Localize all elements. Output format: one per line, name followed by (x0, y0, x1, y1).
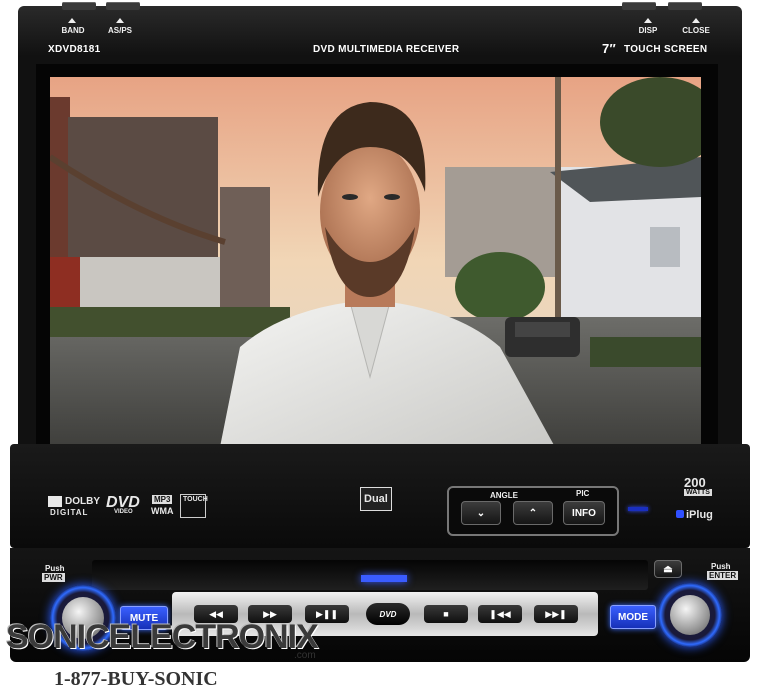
chevron-up-icon: ⌃ (528, 507, 538, 519)
disp-label: DISP (638, 26, 658, 35)
push-pwr-top-label: Push (45, 564, 65, 573)
disp-up-arrow-icon (644, 18, 652, 23)
close-button[interactable] (668, 2, 702, 10)
stop-icon: ■ (443, 609, 449, 619)
indicator-light (628, 507, 648, 511)
pic-label: PIC (576, 489, 590, 498)
asps-button[interactable] (106, 2, 140, 10)
push-pwr-label: PWR (42, 573, 65, 582)
dolby-logo: DOLBY (48, 496, 100, 507)
dvd-video-text: VIDEO (114, 509, 133, 515)
mode-button[interactable]: MODE (610, 605, 656, 629)
device-title: DVD MULTIMEDIA RECEIVER (313, 44, 460, 55)
slot-indicator-light (361, 575, 407, 582)
dolby-double-d-icon (48, 496, 62, 507)
asps-up-arrow-icon (116, 18, 124, 23)
push-enter-top-label: Push (711, 562, 731, 571)
enter-knob[interactable] (670, 595, 710, 635)
asps-label: AS/PS (107, 26, 132, 35)
previous-track-button[interactable]: ❚◀◀ (478, 605, 522, 623)
close-up-arrow-icon (692, 18, 700, 23)
iplug-logo: iPlug (676, 509, 713, 521)
touch-logo: TOUCH (180, 494, 208, 518)
stop-button[interactable]: ■ (424, 605, 468, 623)
watts-value: 200 (684, 475, 706, 490)
band-button[interactable] (62, 2, 96, 10)
dolby-digital-text: DIGITAL (50, 508, 89, 517)
watermark-com: .com (294, 650, 316, 661)
iplug-icon (676, 510, 684, 518)
band-up-arrow-icon (68, 18, 76, 23)
dual-brand-logo: Dual (360, 487, 392, 511)
wma-logo: WMA (151, 506, 174, 516)
band-label: BAND (61, 26, 85, 35)
eject-icon: ⏏ (663, 563, 673, 575)
sonic-electronix-watermark: SONICELECTRONIX .com 1-877-BUY-SONIC (6, 618, 346, 694)
info-button[interactable]: INFO (563, 501, 605, 525)
dvd-button[interactable]: DVD (366, 603, 410, 625)
next-track-icon: ▶▶❚ (545, 608, 567, 619)
watts-unit: WATTS (684, 489, 712, 496)
disp-button[interactable] (622, 2, 656, 10)
watermark-phone: 1-877-BUY-SONIC (54, 668, 218, 690)
touch-screen-label: TOUCH SCREEN (624, 44, 708, 55)
mp3-logo: MP3 (152, 495, 173, 504)
close-label: CLOSE (682, 26, 710, 35)
chevron-down-icon: ⌄ (476, 507, 486, 519)
angle-label: ANGLE (490, 491, 518, 500)
screen-size: 7″ (602, 41, 617, 56)
next-track-button[interactable]: ▶▶❚ (534, 605, 578, 623)
angle-up-button[interactable]: ⌃ (513, 501, 553, 525)
model-number: XDVD8181 (48, 44, 101, 55)
video-frame-image (50, 77, 701, 447)
push-enter-label: ENTER (707, 571, 739, 580)
video-screen[interactable] (50, 77, 701, 447)
eject-button[interactable]: ⏏ (654, 560, 682, 578)
angle-down-button[interactable]: ⌄ (461, 501, 501, 525)
dvd-button-label: DVD (379, 609, 397, 619)
watermark-brand: SONICELECTRONIX (6, 618, 319, 656)
previous-track-icon: ❚◀◀ (489, 608, 511, 619)
